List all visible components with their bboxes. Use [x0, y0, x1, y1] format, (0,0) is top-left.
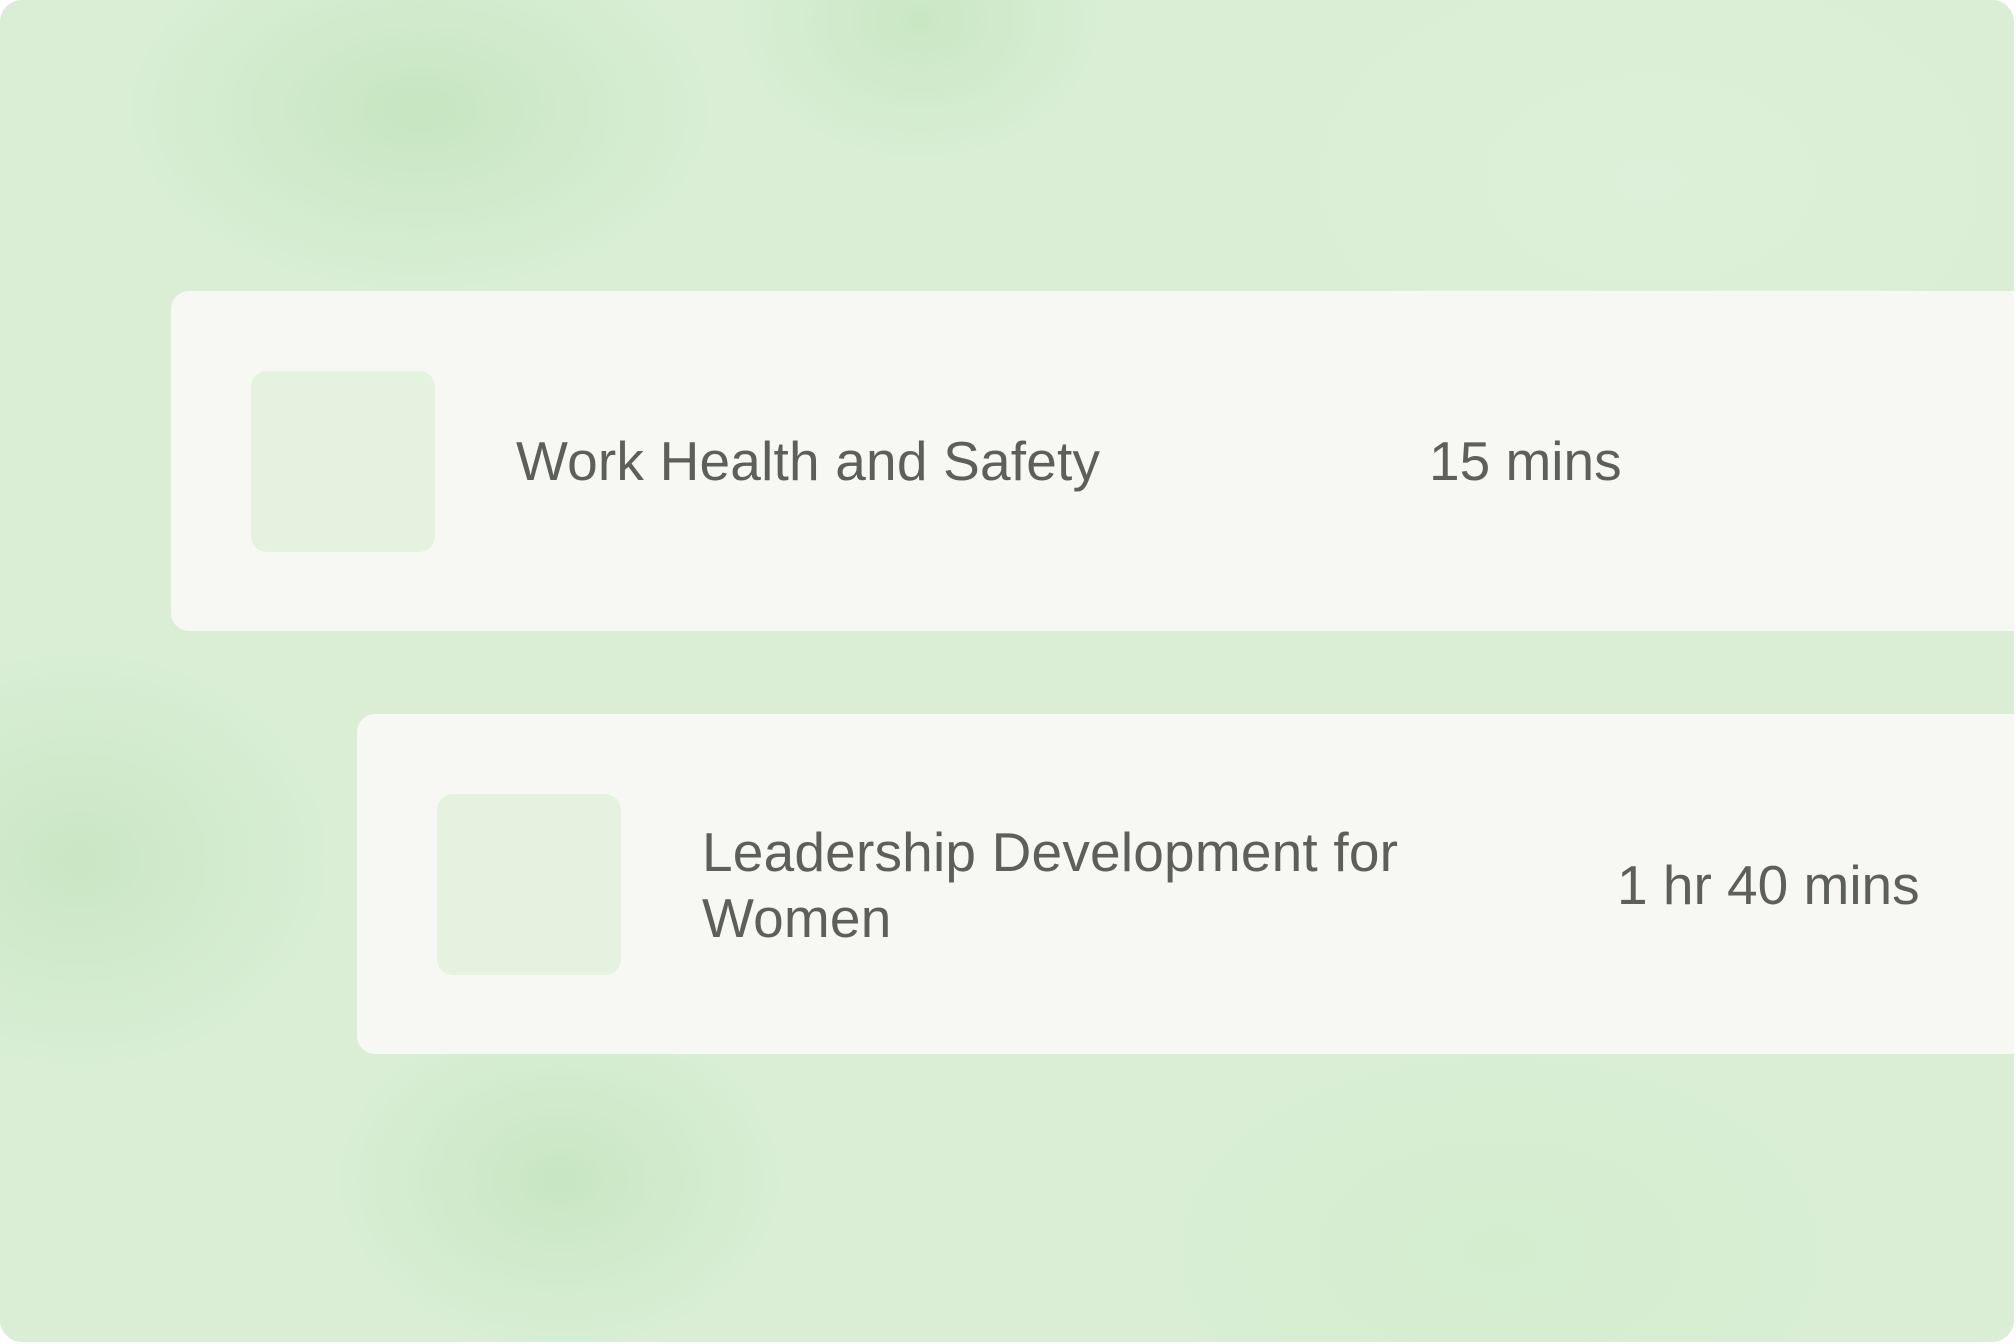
course-list-canvas: Work Health and Safety 15 mins Leadershi…: [0, 0, 2014, 1342]
course-title: Leadership Development for Women: [702, 821, 1399, 949]
course-row[interactable]: Work Health and Safety 15 mins: [171, 291, 2014, 631]
course-thumbnail: [251, 371, 435, 552]
course-thumbnail: [437, 794, 621, 975]
course-duration: 15 mins: [1429, 430, 1622, 492]
course-row[interactable]: Leadership Development for Women 1 hr 40…: [357, 714, 2014, 1054]
course-title: Work Health and Safety: [516, 430, 1101, 492]
course-duration: 1 hr 40 mins: [1617, 854, 1920, 916]
